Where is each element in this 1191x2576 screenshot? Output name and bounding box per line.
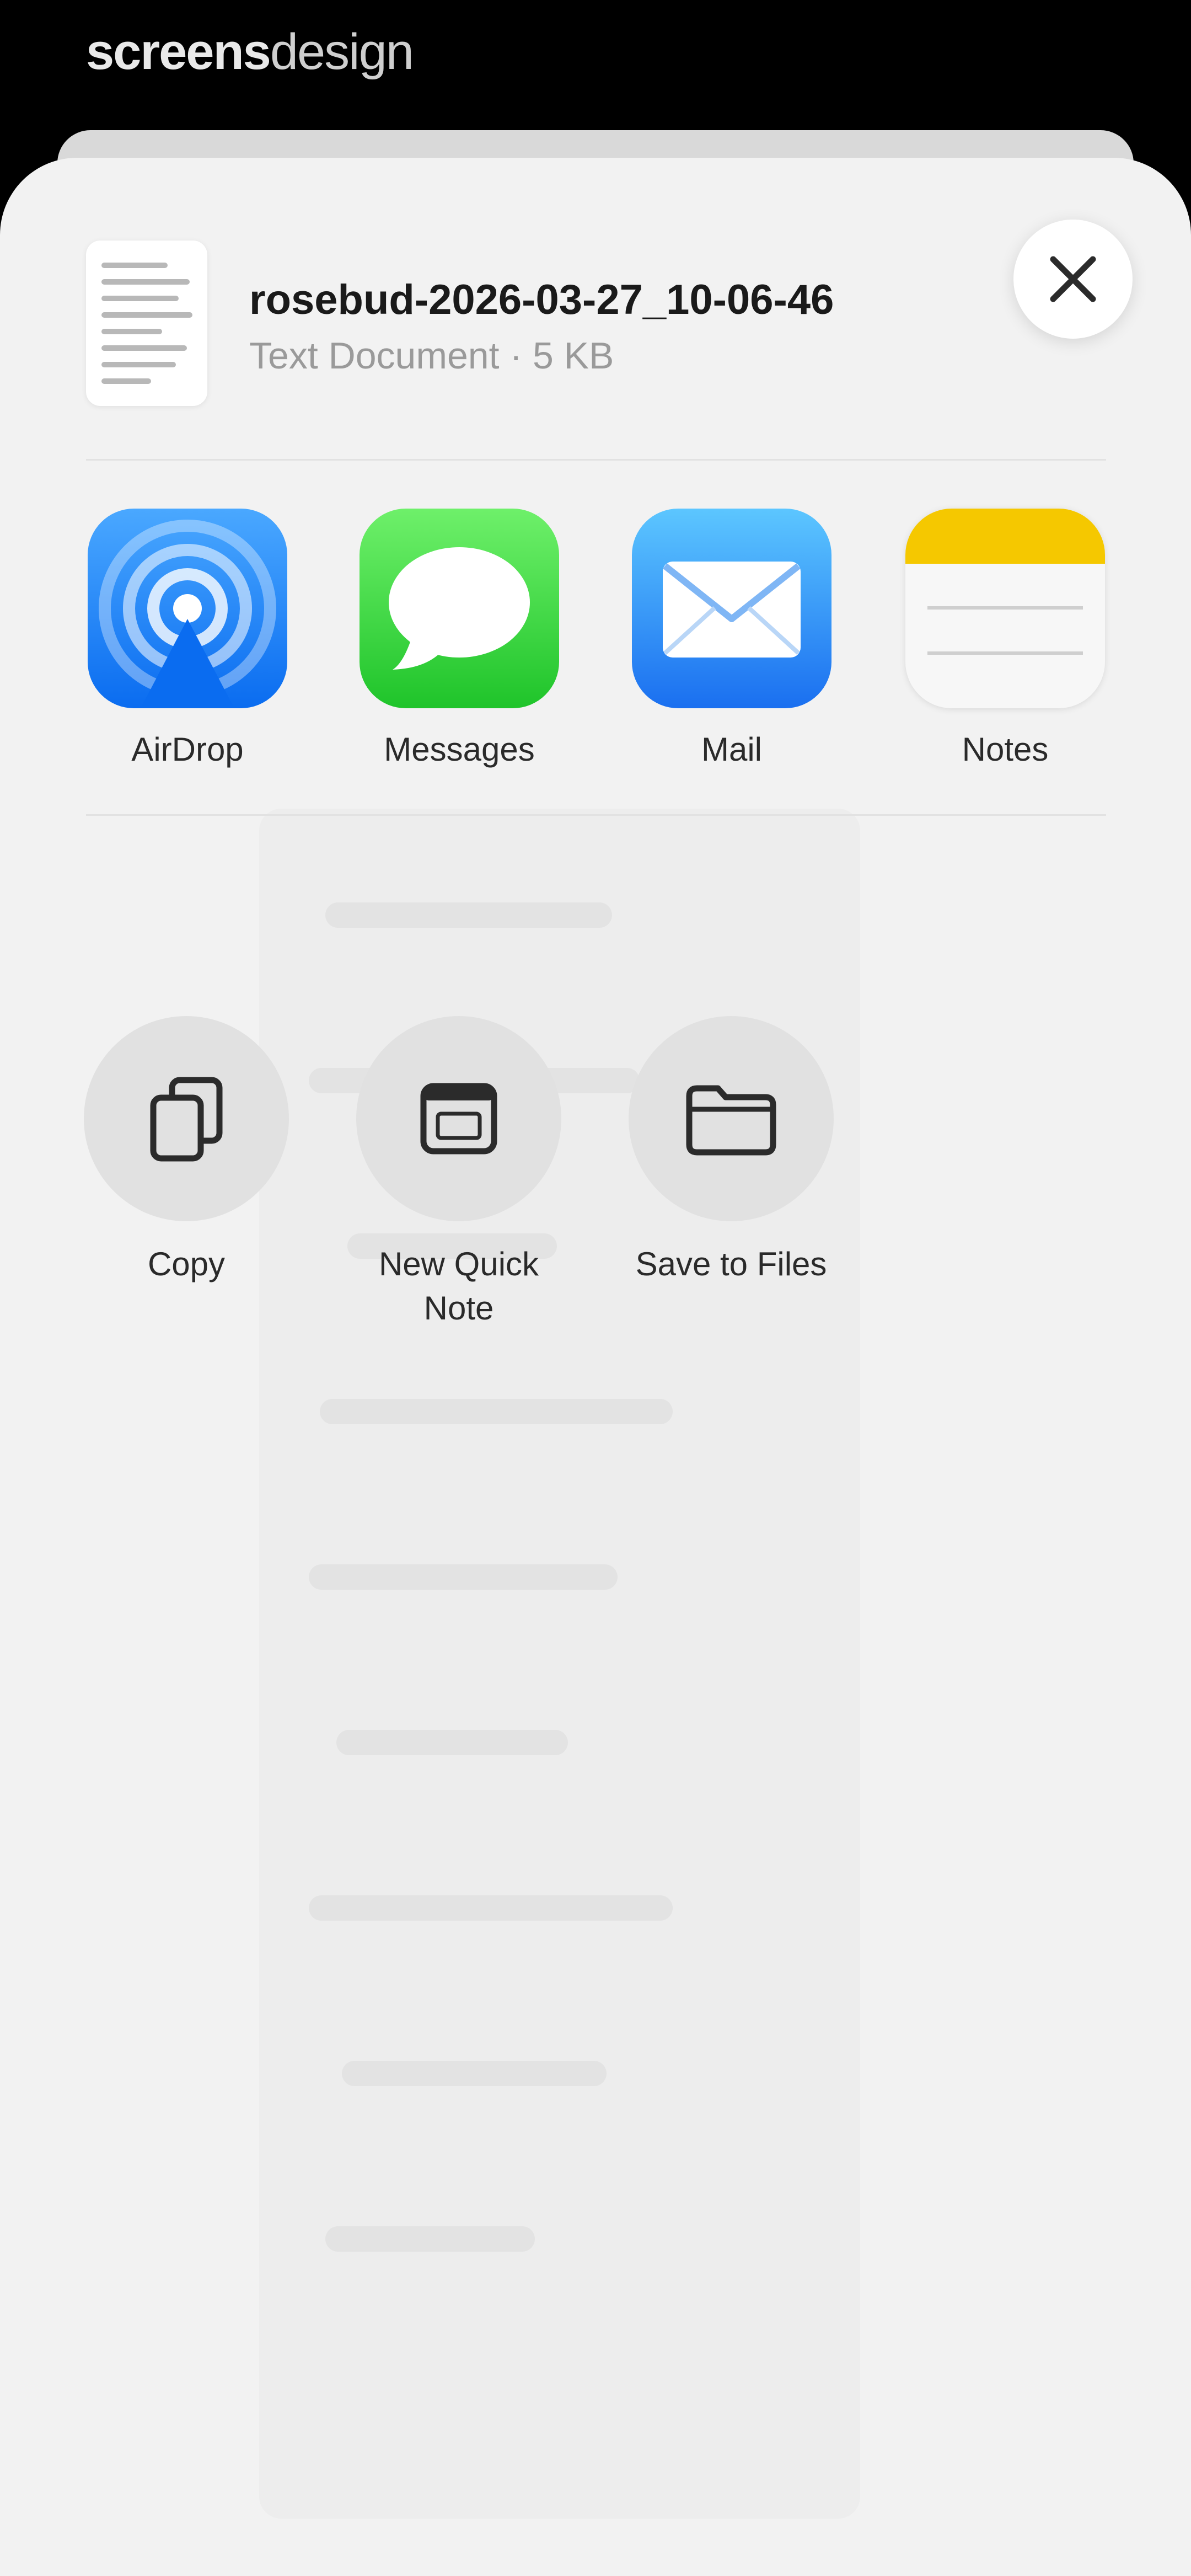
app-label: Messages (384, 731, 535, 768)
messages-icon (360, 509, 559, 708)
app-label: Mail (701, 731, 762, 768)
copy-icon (150, 1077, 223, 1162)
close-button[interactable] (1013, 220, 1133, 339)
action-label: New Quick Note (378, 1246, 539, 1327)
header-divider (86, 459, 1106, 461)
folder-icon (686, 1085, 776, 1156)
share-app-mail[interactable]: Mail (630, 509, 834, 768)
notes-icon (905, 509, 1105, 708)
share-app-airdrop[interactable]: AirDrop (85, 509, 289, 768)
save-to-files-button[interactable] (629, 1016, 834, 1221)
app-label: Notes (962, 731, 1049, 768)
action-save-to-files[interactable]: Save to Files (615, 1016, 847, 1286)
share-app-messages[interactable]: Messages (357, 509, 561, 768)
action-copy[interactable]: Copy (71, 1016, 302, 1286)
file-subtitle: Text Document · 5 KB (249, 335, 614, 377)
share-screen: screensdesign rosebud-2026-03-27_10-06-4… (0, 0, 1191, 2576)
action-label: Copy (147, 1246, 226, 1282)
quick-note-button[interactable] (356, 1016, 561, 1221)
action-new-quick-note[interactable]: New Quick Note (343, 1016, 575, 1330)
copy-button[interactable] (84, 1016, 289, 1221)
watermark: screensdesign (86, 23, 414, 81)
app-label: AirDrop (131, 731, 244, 768)
airdrop-icon (88, 509, 287, 708)
watermark-bold: screens (86, 24, 271, 80)
share-app-notes[interactable]: Notes (903, 509, 1107, 768)
watermark-light: design (270, 24, 414, 80)
close-icon (1050, 256, 1096, 302)
document-thumbnail (86, 241, 207, 406)
action-label: Save to Files (635, 1246, 827, 1282)
mail-icon (632, 509, 831, 708)
quick-note-icon (420, 1083, 497, 1155)
share-sheet: rosebud-2026-03-27_10-06-46 Text Documen… (0, 158, 1191, 2576)
apps-divider (86, 814, 1106, 816)
file-name: rosebud-2026-03-27_10-06-46 (249, 276, 834, 323)
